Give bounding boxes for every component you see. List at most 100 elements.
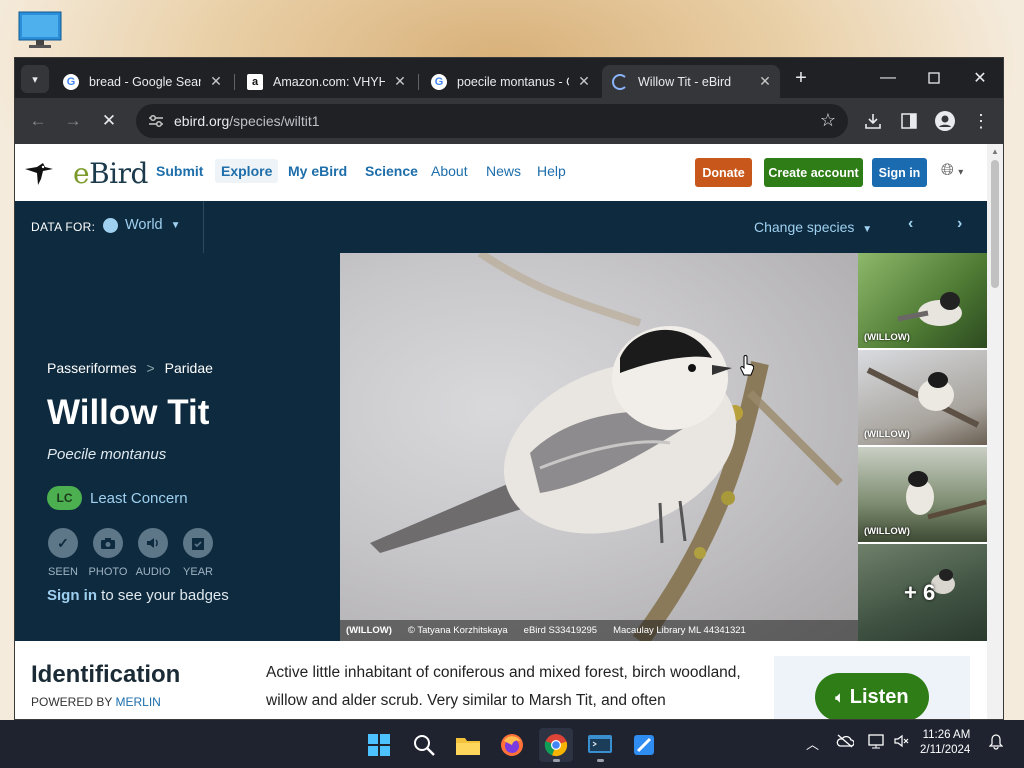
onedrive-cloud-icon[interactable] <box>836 734 855 751</box>
calendar-check-icon <box>183 528 213 558</box>
scroll-up-icon[interactable]: ▲ <box>991 147 999 156</box>
close-tab-icon[interactable]: ✕ <box>577 73 591 90</box>
nav-explore[interactable]: Explore <box>215 159 279 183</box>
tab-divider <box>234 74 235 90</box>
google-icon: G <box>431 73 447 90</box>
nav-science[interactable]: Science <box>365 163 418 179</box>
nav-my-ebird[interactable]: My eBird <box>288 163 347 179</box>
chrome-icon[interactable] <box>539 728 573 762</box>
minimize-button[interactable]: — <box>865 63 911 93</box>
download-icon[interactable] <box>861 109 885 133</box>
browser-toolbar: ← → ✕ ebird.org/species/wiltit1 ☆ ⋮ <box>15 98 1003 144</box>
ebird-wordmark: eBird <box>73 157 148 190</box>
badge-year: YEAR <box>182 528 214 578</box>
thumbnail-tag: (WILLOW) <box>864 526 910 537</box>
nav-submit[interactable]: Submit <box>156 163 203 179</box>
chevron-down-icon: ▼ <box>170 219 181 231</box>
tab-search-button[interactable]: ▾ <box>21 65 49 93</box>
conservation-status[interactable]: LC Least Concern <box>47 486 188 510</box>
region-selector[interactable]: World ▼ <box>103 217 181 233</box>
terminal-app-icon[interactable] <box>583 728 617 762</box>
badges-sign-in-link[interactable]: Sign in <box>47 587 97 604</box>
page-scrollbar[interactable]: ▲ <box>987 144 1003 719</box>
close-tab-icon[interactable]: ✕ <box>393 73 407 90</box>
nav-news[interactable]: News <box>486 163 521 179</box>
taxonomy-breadcrumb: Passeriformes > Paridae <box>47 360 213 376</box>
start-button[interactable] <box>362 728 396 762</box>
powered-by-merlin: POWERED BY MERLIN <box>31 695 161 709</box>
notifications-bell-icon[interactable] <box>988 734 1004 753</box>
tab-poecile-search[interactable]: G poecile montanus - G ✕ <box>421 65 599 98</box>
scrollbar-thumb[interactable] <box>991 160 999 288</box>
more-photos-thumbnail[interactable]: + 6 <box>858 544 987 641</box>
tab-bread-search[interactable]: G bread - Google Searc ✕ <box>53 65 231 98</box>
stop-loading-button[interactable]: ✕ <box>96 108 122 134</box>
badge-audio: AUDIO <box>136 528 170 578</box>
paint-app-icon[interactable] <box>627 728 661 762</box>
donate-button[interactable]: Donate <box>695 158 752 187</box>
order-link[interactable]: Passeriformes <box>47 360 136 376</box>
ebird-logo[interactable]: eBird <box>23 157 148 190</box>
tab-divider <box>418 74 419 90</box>
previous-species-icon[interactable]: ‹ <box>908 215 913 233</box>
merlin-link[interactable]: MERLIN <box>115 695 160 709</box>
identification-heading: Identification <box>31 661 181 688</box>
computer-desktop-icon[interactable] <box>18 11 62 51</box>
forward-button[interactable]: → <box>60 108 86 134</box>
thumbnail-2[interactable]: (WILLOW) <box>858 350 987 445</box>
ebird-header: eBird Submit Explore My eBird Science Ab… <box>15 144 987 201</box>
browser-window: ▾ G bread - Google Searc ✕ a Amazon.com:… <box>14 57 1004 720</box>
clock-time: 11:26 AM <box>922 729 971 741</box>
volume-muted-icon[interactable] <box>894 734 910 751</box>
photo-checklist-link[interactable]: eBird S33419295 <box>524 625 597 636</box>
new-tab-button[interactable]: + <box>789 67 813 91</box>
tab-willow-tit-ebird[interactable]: Willow Tit - eBird ✕ <box>602 65 780 98</box>
nav-help[interactable]: Help <box>537 163 566 179</box>
thumbnail-3[interactable]: (WILLOW) <box>858 447 987 542</box>
next-species-icon[interactable]: › <box>957 215 962 233</box>
system-clock[interactable]: 11:26 AM 2/11/2024 <box>920 728 970 758</box>
listen-panel: 🔈︎ Listen <box>774 656 970 719</box>
photo-asset-link[interactable]: Macaulay Library ML 44341321 <box>613 625 746 636</box>
show-hidden-icons-chevron-icon[interactable]: ︿ <box>806 734 819 753</box>
data-for-bar: DATA FOR: World ▼ Change species ▼ ‹ › <box>15 201 987 253</box>
tab-amazon[interactable]: a Amazon.com: VHYHC ✕ <box>237 65 415 98</box>
firefox-icon[interactable] <box>495 728 529 762</box>
listen-button[interactable]: 🔈︎ Listen <box>815 673 929 719</box>
create-account-button[interactable]: Create account <box>764 158 863 187</box>
back-button[interactable]: ← <box>25 108 51 134</box>
address-bar[interactable]: ebird.org/species/wiltit1 ☆ <box>136 104 848 138</box>
willow-tit-illustration <box>370 253 843 641</box>
network-icon[interactable] <box>868 734 886 753</box>
photo-thumbnails: (WILLOW) (WILLOW) (WILLOW) + 6 <box>858 253 987 641</box>
maximize-button[interactable] <box>911 63 957 93</box>
menu-kebab-icon[interactable]: ⋮ <box>969 109 993 133</box>
identification-section: Identification POWERED BY MERLIN Active … <box>15 641 987 719</box>
running-indicator <box>597 759 604 762</box>
search-icon[interactable] <box>407 728 441 762</box>
photo-caption: (WILLOW) © Tatyana Korzhitskaya eBird S3… <box>340 620 858 641</box>
globe-icon <box>103 217 118 233</box>
amazon-icon: a <box>247 73 263 90</box>
close-tab-icon[interactable]: ✕ <box>209 73 223 90</box>
change-species-dropdown[interactable]: Change species ▼ <box>754 219 872 235</box>
close-tab-icon[interactable]: ✕ <box>758 73 772 90</box>
file-explorer-icon[interactable] <box>451 728 485 762</box>
close-window-button[interactable]: ✕ <box>957 63 1003 93</box>
bookmark-star-icon[interactable]: ☆ <box>820 110 836 131</box>
clock-date: 2/11/2024 <box>920 744 971 756</box>
main-species-photo[interactable]: (WILLOW) © Tatyana Korzhitskaya eBird S3… <box>340 253 858 641</box>
thumbnail-1[interactable]: (WILLOW) <box>858 253 987 348</box>
family-link[interactable]: Paridae <box>165 360 213 376</box>
sign-in-button[interactable]: Sign in <box>872 158 927 187</box>
language-globe-icon[interactable]: 🌐︎ ▾ <box>941 162 963 180</box>
badge-photo: PHOTO <box>89 528 127 578</box>
thumbnail-tag: (WILLOW) <box>864 429 910 440</box>
breadcrumb-separator: > <box>146 360 155 376</box>
badges-signin-prompt: Sign in to see your badges <box>47 587 229 604</box>
side-panel-icon[interactable] <box>897 109 921 133</box>
speaker-icon <box>138 528 168 558</box>
profile-icon[interactable] <box>933 109 957 133</box>
nav-about[interactable]: About <box>431 163 468 179</box>
site-info-icon[interactable] <box>146 111 166 131</box>
